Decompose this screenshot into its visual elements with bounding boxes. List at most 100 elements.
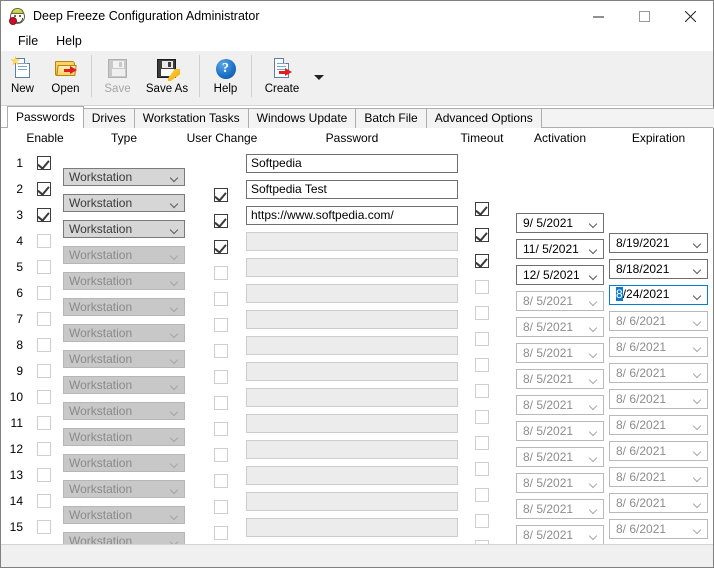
enable-checkbox[interactable] — [37, 364, 51, 378]
window-controls — [575, 1, 713, 31]
save-as-floppy-icon — [154, 56, 180, 82]
table-row: 13Workstation8/ 5/20218/ 6/2021 — [1, 462, 713, 544]
row-number: 1 — [16, 156, 23, 170]
password-input[interactable]: Softpedia — [246, 154, 458, 173]
enable-checkbox[interactable] — [37, 442, 51, 456]
open-button-label: Open — [51, 83, 80, 95]
row-number: 9 — [16, 364, 23, 378]
enable-checkbox[interactable] — [37, 208, 51, 222]
enable-checkbox[interactable] — [37, 312, 51, 326]
tab-workstation-tasks[interactable]: Workstation Tasks — [133, 108, 249, 128]
column-header-expiration: Expiration — [631, 131, 686, 145]
enable-checkbox[interactable] — [37, 338, 51, 352]
row-number: 6 — [16, 286, 23, 300]
check-icon — [37, 157, 50, 170]
column-header-password: Password — [325, 131, 379, 145]
password-input[interactable] — [246, 232, 458, 251]
maximize-button[interactable] — [621, 1, 667, 31]
enable-checkbox[interactable] — [37, 260, 51, 274]
row-number: 3 — [16, 208, 23, 222]
tab-windows-update[interactable]: Windows Update — [247, 108, 357, 128]
help-question-icon: ? — [213, 56, 239, 82]
enable-checkbox[interactable] — [37, 234, 51, 248]
table-row: 12 Workstation 8/ 5/2021 8/ 6/2021 — [1, 436, 713, 539]
enable-checkbox[interactable] — [37, 182, 51, 196]
open-button[interactable]: Open — [47, 53, 84, 95]
password-input[interactable] — [246, 440, 458, 459]
password-input[interactable] — [246, 466, 458, 485]
save-button[interactable]: Save — [99, 53, 136, 95]
save-as-button[interactable]: Save As — [142, 53, 192, 95]
tab-strip-filler — [540, 108, 714, 128]
column-header-activation: Activation — [533, 131, 587, 145]
new-button-label: New — [10, 83, 34, 95]
table-row: 9 Workstation 8/ 5/2021 8/ 6/2021 — [1, 358, 713, 461]
grid-header-row: Enable Type User Change Password Timeout Acti… — [1, 128, 713, 150]
title-bar: Deep Freeze Configuration Administrator — [1, 1, 713, 31]
tab-advanced-options[interactable]: Advanced Options — [425, 108, 542, 128]
save-as-button-label: Save As — [145, 83, 189, 95]
password-input[interactable] — [246, 492, 458, 511]
row-number: 12 — [9, 442, 23, 456]
application-window: Deep Freeze Configuration Administrator … — [0, 0, 714, 568]
chevron-down-icon[interactable] — [314, 75, 324, 80]
password-input[interactable]: Softpedia Test — [246, 180, 458, 199]
menu-item-help[interactable]: Help — [47, 32, 91, 50]
password-input[interactable] — [246, 388, 458, 407]
table-row: 2 Workstation Softpedia Test 11/ 5/2021 8/18… — [1, 176, 713, 279]
new-button[interactable]: New — [4, 53, 41, 95]
help-button[interactable]: ? Help — [207, 53, 244, 95]
deepfreeze-bear-icon — [9, 7, 26, 25]
tab-batch-file[interactable]: Batch File — [355, 108, 427, 128]
chevron-down-icon — [171, 539, 178, 544]
table-row: 14Workstation8/ 5/20218/ 6/2021 — [1, 488, 713, 544]
table-row: 3 Workstation https://www.softpedia.com/12… — [1, 202, 713, 305]
close-button[interactable] — [667, 1, 713, 31]
password-input[interactable] — [246, 336, 458, 355]
menu-bar: File Help — [1, 31, 713, 51]
row-number: 2 — [16, 182, 23, 196]
table-row: 8 Workstation 8/ 5/2021 8/ 6/2021 — [1, 332, 713, 435]
tab-passwords[interactable]: Passwords — [7, 106, 84, 129]
password-input[interactable] — [246, 414, 458, 433]
menu-item-file[interactable]: File — [9, 32, 47, 50]
timeout-checkbox[interactable] — [475, 540, 489, 544]
row-number: 5 — [16, 260, 23, 274]
password-input[interactable] — [246, 284, 458, 303]
open-folder-icon — [53, 56, 79, 82]
enable-checkbox[interactable] — [37, 494, 51, 508]
password-input[interactable]: https://www.softpedia.com/ — [246, 206, 458, 225]
row-number: 11 — [10, 416, 23, 430]
passwords-grid: SOFTPEDIA EnableTypeUser ChangePasswordT… — [1, 128, 713, 544]
table-row: 6 Workstation 8/ 5/2021 8/ 6/2021 — [1, 280, 713, 383]
column-header-type: Type — [110, 131, 137, 145]
password-input[interactable] — [246, 310, 458, 329]
window-title: Deep Freeze Configuration Administrator — [33, 9, 260, 23]
toolbar-separator-2 — [199, 55, 200, 97]
row-number: 10 — [9, 390, 23, 404]
toolbar-separator-3 — [251, 55, 252, 97]
password-input[interactable] — [246, 258, 458, 277]
save-floppy-icon — [105, 56, 131, 82]
tab-drives[interactable]: Drives — [82, 108, 135, 128]
password-input[interactable] — [246, 362, 458, 381]
enable-checkbox[interactable] — [37, 468, 51, 482]
table-row: 5 Workstation 8/ 5/2021 8/ 6/2021 — [1, 254, 713, 357]
table-row: 1 Workstation Softpedia 9/ 5/2021 8/19/2021 — [1, 150, 713, 253]
enable-checkbox[interactable] — [37, 416, 51, 430]
tab-bar: Passwords Drives Workstation Tasks Windo… — [1, 106, 714, 129]
type-dropdown[interactable]: Workstation — [63, 532, 185, 544]
enable-checkbox[interactable] — [37, 520, 51, 534]
table-row: 4 Workstation 8/ 5/2021 8/ 6/2021 — [1, 228, 713, 331]
password-input[interactable] — [246, 518, 458, 537]
enable-checkbox[interactable] — [37, 390, 51, 404]
enable-checkbox[interactable] — [37, 156, 51, 170]
toolbar-separator — [91, 55, 92, 97]
create-button[interactable]: Create — [259, 53, 305, 95]
row-number: 4 — [16, 234, 23, 248]
row-number: 15 — [9, 520, 23, 534]
table-row: 11 Workstation 8/ 5/2021 8/ 6/2021 — [1, 410, 713, 513]
row-number: 8 — [16, 338, 23, 352]
enable-checkbox[interactable] — [37, 286, 51, 300]
minimize-button[interactable] — [575, 1, 621, 31]
